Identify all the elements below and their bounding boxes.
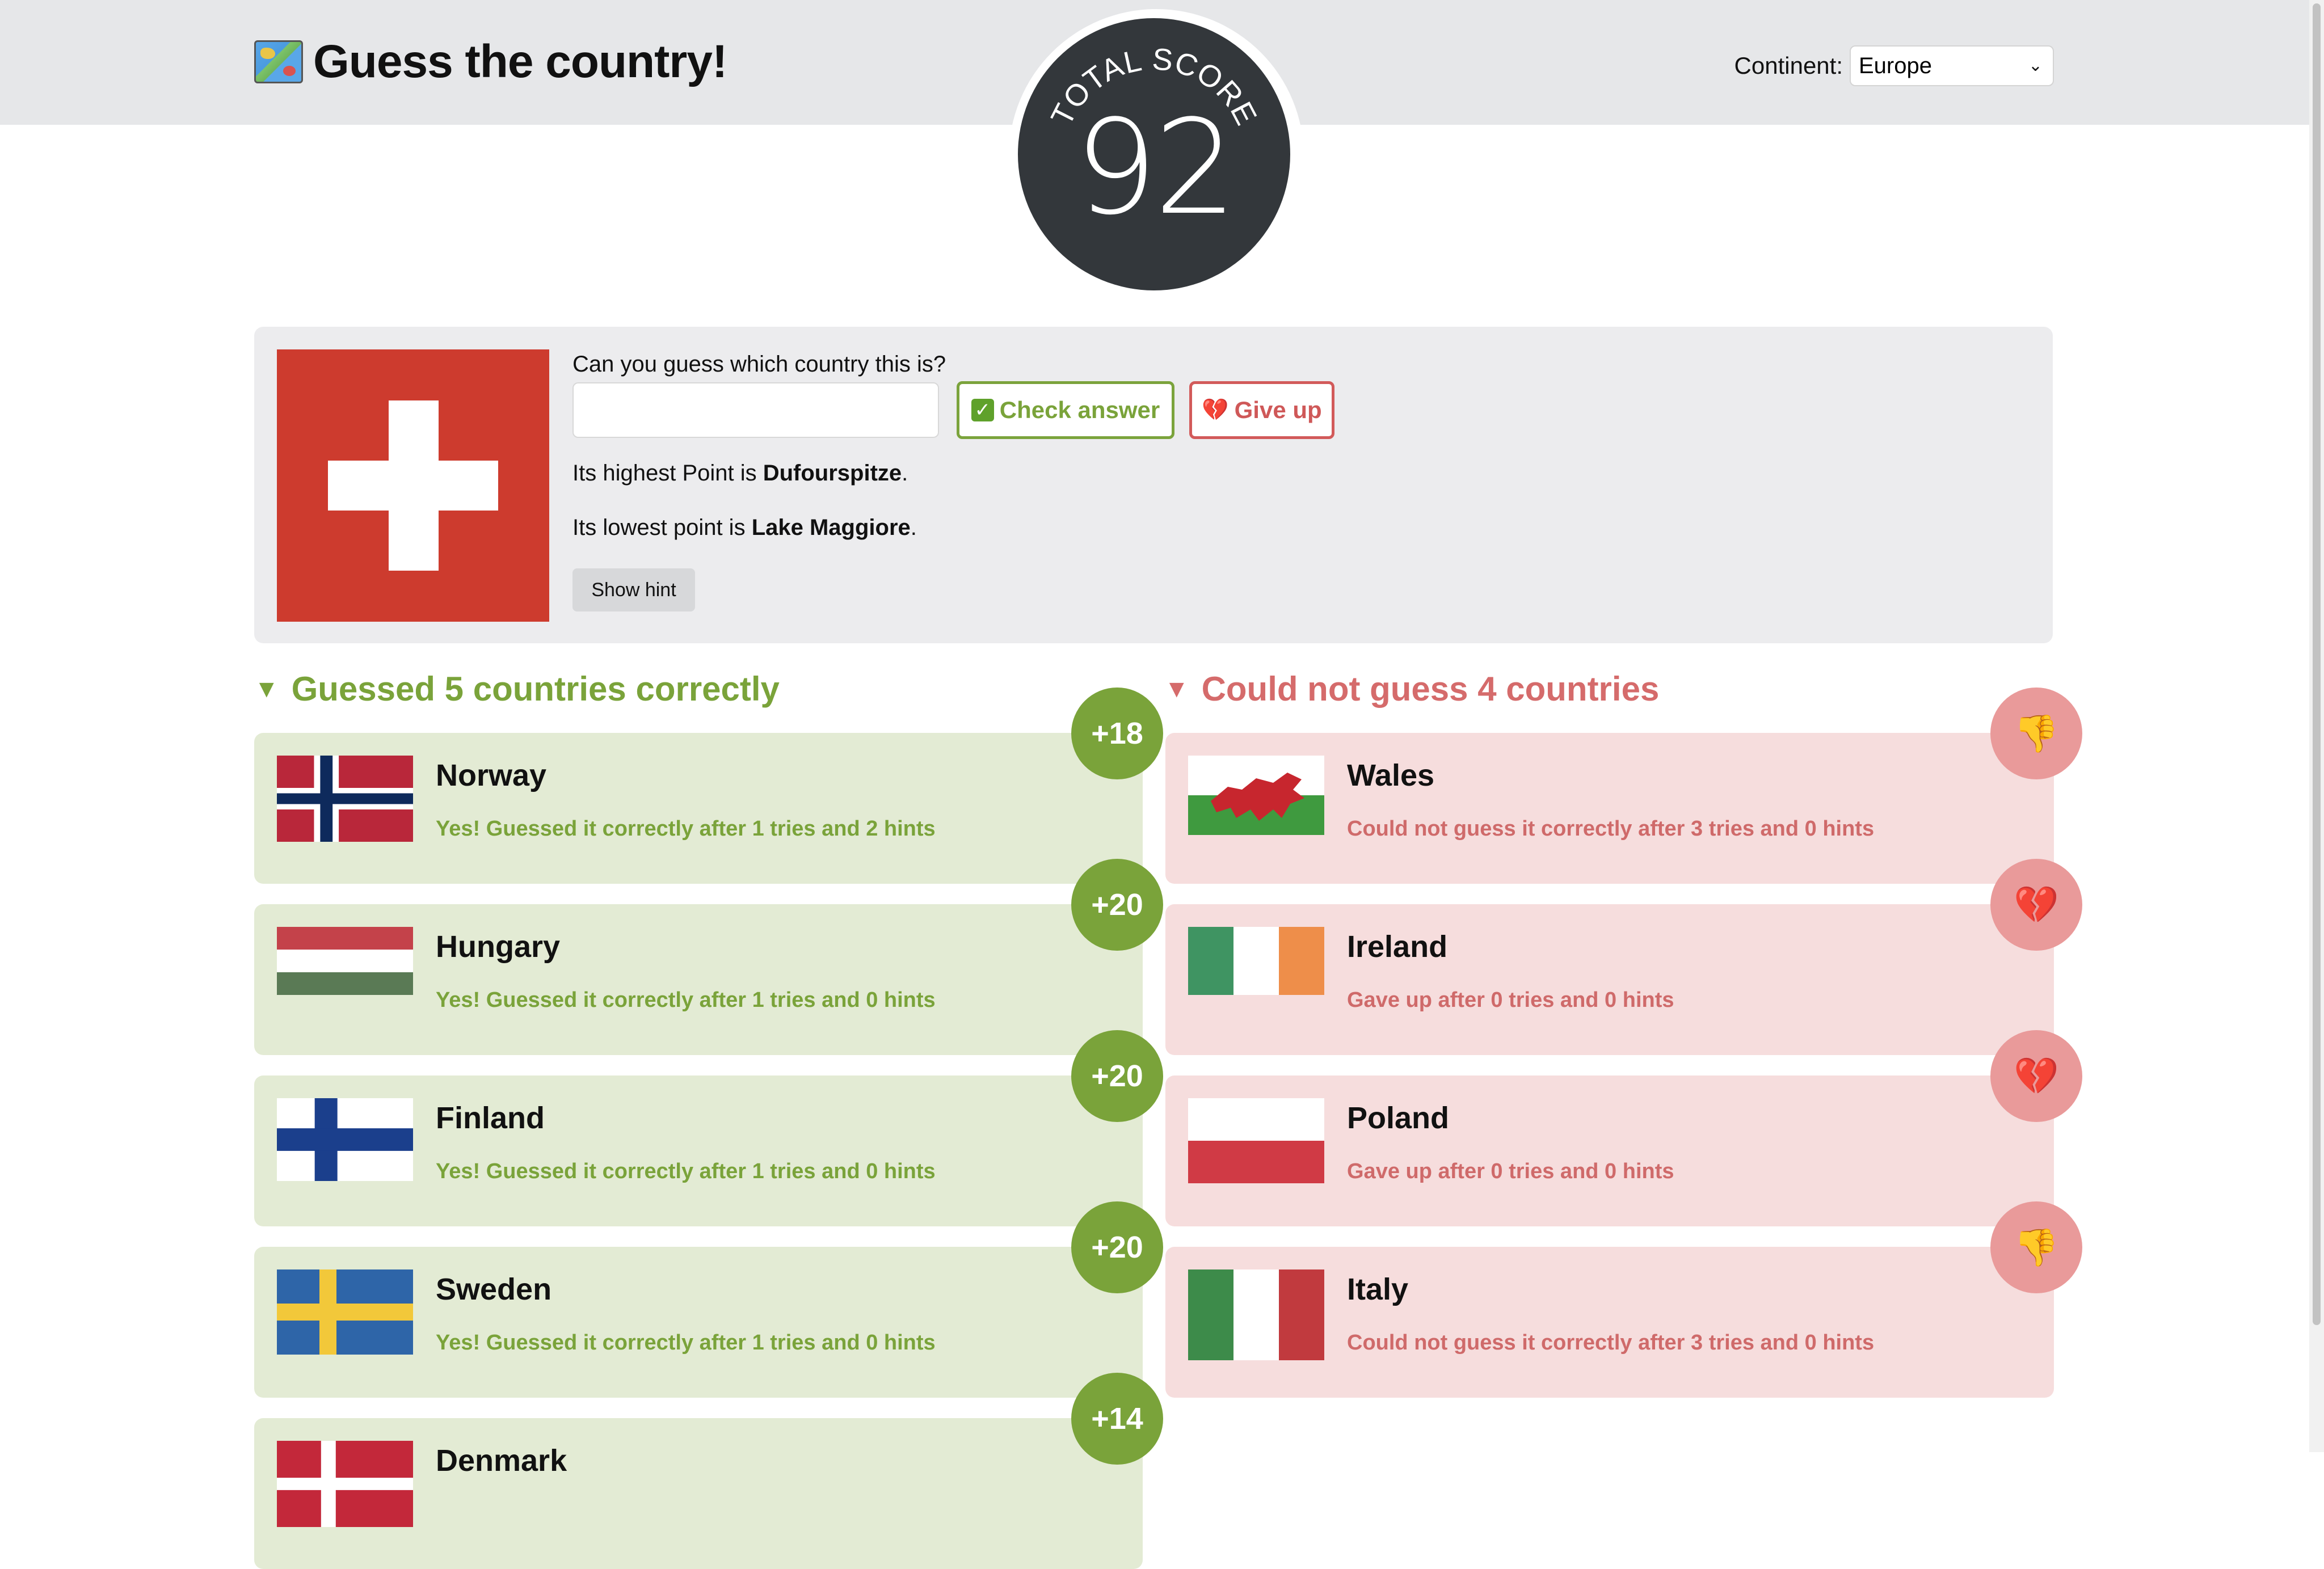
continent-select[interactable]: Europe bbox=[1850, 45, 2054, 86]
check-answer-label: Check answer bbox=[999, 397, 1160, 423]
hungary-flag-image bbox=[277, 927, 413, 995]
result-text: Gave up after 0 tries and 0 hints bbox=[1347, 988, 1674, 1012]
result-text: Could not guess it correctly after 3 tri… bbox=[1347, 817, 1875, 841]
finland-flag-image bbox=[277, 1098, 413, 1181]
ireland-flag-image bbox=[1188, 927, 1324, 995]
points-badge: +18 bbox=[1071, 688, 1163, 779]
failed-card-wales: Wales Could not guess it correctly after… bbox=[1165, 688, 2082, 884]
points-badge: +20 bbox=[1071, 859, 1163, 951]
failed-section-title: Could not guess 4 countries bbox=[1201, 670, 1660, 708]
thumbs-down-icon: 👎 bbox=[1990, 688, 2082, 779]
hint-lowest-suffix: . bbox=[910, 515, 917, 540]
check-answer-button[interactable]: ✓ Check answer bbox=[957, 381, 1174, 439]
switzerland-flag-image bbox=[277, 349, 549, 622]
page-title: Guess the country! bbox=[254, 35, 727, 88]
broken-heart-icon: 💔 bbox=[1202, 398, 1229, 422]
correct-card-norway: Norway Yes! Guessed it correctly after 1… bbox=[254, 688, 1163, 884]
points-badge: +14 bbox=[1071, 1373, 1163, 1465]
quiz-panel: Can you guess which country this is? ✓ C… bbox=[254, 327, 2053, 643]
broken-heart-icon: 💔 bbox=[1990, 859, 2082, 951]
give-up-label: Give up bbox=[1234, 397, 1322, 423]
result-text: Yes! Guessed it correctly after 1 tries … bbox=[436, 1331, 936, 1355]
correct-section-title: Guessed 5 countries correctly bbox=[291, 670, 780, 708]
hint-highest-value: Dufourspitze bbox=[763, 461, 902, 486]
points-badge: +20 bbox=[1071, 1030, 1163, 1122]
correct-card-sweden: Sweden Yes! Guessed it correctly after 1… bbox=[254, 1201, 1163, 1398]
failed-card-ireland: Ireland Gave up after 0 tries and 0 hint… bbox=[1165, 859, 2082, 1055]
norway-flag-image bbox=[277, 756, 413, 842]
country-name: Italy bbox=[1347, 1272, 1409, 1306]
page-title-text: Guess the country! bbox=[313, 36, 727, 87]
result-text: Yes! Guessed it correctly after 1 tries … bbox=[436, 988, 936, 1012]
broken-heart-icon: 💔 bbox=[1990, 1030, 2082, 1122]
failed-card-poland: Poland Gave up after 0 tries and 0 hints… bbox=[1165, 1030, 2082, 1226]
country-name: Wales bbox=[1347, 758, 1435, 792]
italy-flag-image bbox=[1188, 1269, 1324, 1360]
result-text: Could not guess it correctly after 3 tri… bbox=[1347, 1331, 1875, 1355]
correct-card-denmark: Denmark +14 bbox=[254, 1373, 1163, 1569]
give-up-button[interactable]: 💔 Give up bbox=[1189, 381, 1334, 439]
country-name: Poland bbox=[1347, 1101, 1450, 1135]
failed-card-italy: Italy Could not guess it correctly after… bbox=[1165, 1201, 2082, 1398]
triangle-down-icon: ▼ bbox=[1164, 674, 1189, 703]
country-name: Hungary bbox=[436, 930, 561, 964]
result-text: Yes! Guessed it correctly after 1 tries … bbox=[436, 1159, 936, 1183]
points-badge: +20 bbox=[1071, 1201, 1163, 1293]
correct-card-hungary: Hungary Yes! Guessed it correctly after … bbox=[254, 859, 1163, 1055]
sweden-flag-image bbox=[277, 1269, 413, 1355]
vertical-scrollbar[interactable] bbox=[2309, 0, 2324, 1452]
scrollbar-thumb[interactable] bbox=[2313, 3, 2321, 1325]
hint-highest-suffix: . bbox=[902, 461, 908, 486]
hint-highest-point: Its highest Point is Dufourspitze. bbox=[572, 461, 908, 486]
hint-lowest-prefix: Its lowest point is bbox=[572, 515, 752, 540]
result-text: Gave up after 0 tries and 0 hints bbox=[1347, 1159, 1674, 1183]
country-name: Ireland bbox=[1347, 930, 1448, 964]
total-score-badge: TOTAL SCORE 92 bbox=[1018, 18, 1290, 290]
score-value: 92 bbox=[1074, 92, 1237, 244]
thumbs-down-icon: 👎 bbox=[1990, 1201, 2082, 1293]
country-name: Finland bbox=[436, 1101, 545, 1135]
continent-selector: Continent: Europe ⌄ bbox=[1734, 45, 2054, 86]
hint-lowest-value: Lake Maggiore bbox=[751, 515, 911, 540]
continent-select-wrapper: Europe ⌄ bbox=[1850, 45, 2054, 86]
poland-flag-image bbox=[1188, 1098, 1324, 1183]
failed-section-header[interactable]: ▼ Could not guess 4 countries bbox=[1164, 669, 1659, 708]
flag-cross-horizontal bbox=[328, 461, 498, 511]
result-text: Yes! Guessed it correctly after 1 tries … bbox=[436, 817, 936, 841]
correct-section-header[interactable]: ▼ Guessed 5 countries correctly bbox=[254, 669, 780, 708]
triangle-down-icon: ▼ bbox=[254, 674, 279, 703]
correct-card-finland: Finland Yes! Guessed it correctly after … bbox=[254, 1030, 1163, 1226]
wales-flag-image bbox=[1188, 756, 1324, 835]
check-box-icon: ✓ bbox=[971, 399, 994, 421]
question-text: Can you guess which country this is? bbox=[572, 352, 946, 377]
world-map-icon bbox=[254, 40, 303, 83]
country-name: Norway bbox=[436, 758, 547, 792]
show-hint-button[interactable]: Show hint bbox=[572, 568, 695, 611]
country-name: Denmark bbox=[436, 1444, 567, 1478]
denmark-flag-image bbox=[277, 1441, 413, 1527]
continent-label: Continent: bbox=[1734, 52, 1843, 79]
hint-highest-prefix: Its highest Point is bbox=[572, 461, 763, 486]
answer-input[interactable] bbox=[572, 382, 939, 438]
country-name: Sweden bbox=[436, 1272, 552, 1306]
hint-lowest-point: Its lowest point is Lake Maggiore. bbox=[572, 515, 917, 541]
